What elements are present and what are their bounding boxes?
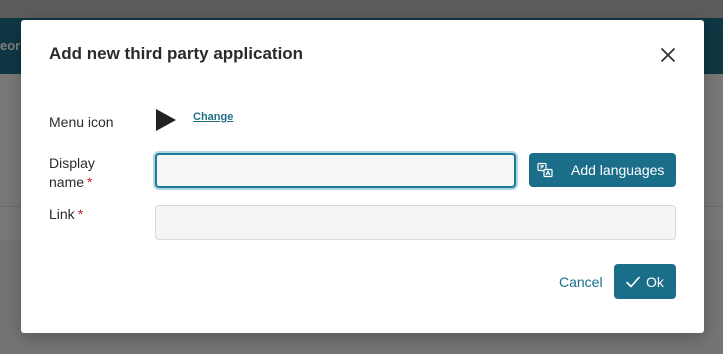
link-input[interactable]	[155, 205, 676, 240]
translate-icon	[537, 162, 553, 178]
link-label-text: Link	[49, 206, 75, 222]
display-name-label-line2: name *	[49, 173, 95, 192]
close-icon	[661, 48, 675, 62]
ok-label: Ok	[646, 273, 664, 290]
menu-icon-label: Menu icon	[49, 114, 114, 130]
play-icon	[156, 109, 176, 131]
add-third-party-app-dialog: Add new third party application Menu ico…	[21, 20, 704, 333]
ok-button[interactable]: Ok	[614, 264, 676, 299]
display-name-input[interactable]	[155, 153, 516, 188]
required-marker: *	[87, 174, 93, 190]
add-languages-label: Add languages	[571, 162, 665, 178]
link-label: Link *	[49, 205, 83, 224]
cancel-button[interactable]: Cancel	[559, 274, 603, 290]
checkmark-icon	[626, 276, 640, 287]
add-languages-button[interactable]: Add languages	[529, 153, 676, 187]
display-name-label-text: name	[49, 174, 85, 190]
required-marker: *	[77, 206, 84, 222]
dialog-title: Add new third party application	[49, 44, 304, 63]
display-name-label-line1: Display	[49, 155, 95, 171]
display-name-label: Display name *	[49, 154, 95, 192]
change-icon-link[interactable]: Change	[193, 111, 233, 123]
close-button[interactable]	[657, 44, 679, 66]
